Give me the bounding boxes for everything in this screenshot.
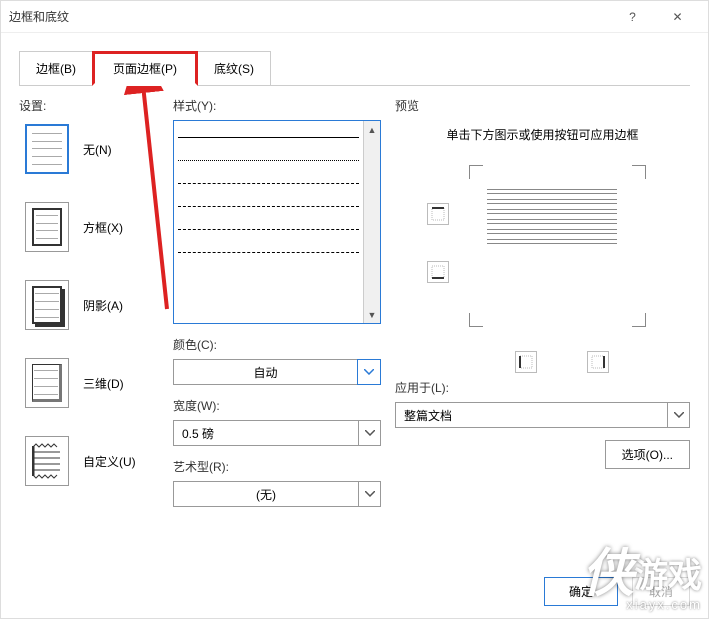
color-label: 颜色(C): bbox=[173, 336, 381, 353]
cancel-button[interactable]: 取消 bbox=[632, 577, 690, 606]
border-top-button[interactable] bbox=[427, 203, 449, 225]
width-label: 宽度(W): bbox=[173, 397, 381, 414]
border-right-button[interactable] bbox=[587, 351, 609, 373]
settings-label: 设置: bbox=[19, 97, 159, 114]
setting-box[interactable]: 方框(X) bbox=[25, 202, 159, 252]
corner-tr bbox=[632, 165, 646, 179]
chevron-down-icon[interactable] bbox=[667, 403, 689, 427]
chevron-down-icon[interactable] bbox=[358, 482, 380, 506]
setting-shadow[interactable]: 阴影(A) bbox=[25, 280, 159, 330]
style-solid[interactable] bbox=[178, 137, 359, 138]
preview-page bbox=[487, 189, 617, 249]
tab-page-border[interactable]: 页面边框(P) bbox=[92, 51, 198, 86]
preview-hint: 单击下方图示或使用按钮可应用边框 bbox=[395, 120, 690, 165]
dialog-title: 边框和底纹 bbox=[9, 8, 610, 25]
apply-to-combo[interactable]: 整篇文档 bbox=[395, 402, 690, 428]
style-dashed-s[interactable] bbox=[178, 183, 359, 184]
border-left-button[interactable] bbox=[515, 351, 537, 373]
color-combo[interactable]: 自动 bbox=[173, 359, 381, 385]
style-label: 样式(Y): bbox=[173, 97, 381, 114]
scroll-down-icon[interactable]: ▼ bbox=[364, 306, 380, 323]
style-dashdot[interactable] bbox=[178, 252, 359, 253]
help-button[interactable]: ? bbox=[610, 2, 655, 32]
options-button[interactable]: 选项(O)... bbox=[605, 440, 690, 469]
apply-to-label: 应用于(L): bbox=[395, 379, 690, 396]
art-combo[interactable]: (无) bbox=[173, 481, 381, 507]
title-bar: 边框和底纹 ? ✕ bbox=[1, 1, 708, 33]
chevron-down-icon[interactable] bbox=[357, 359, 381, 385]
setting-none[interactable]: 无(N) bbox=[25, 124, 159, 174]
tab-shading[interactable]: 底纹(S) bbox=[197, 51, 271, 86]
close-button[interactable]: ✕ bbox=[655, 2, 700, 32]
width-combo[interactable]: 0.5 磅 bbox=[173, 420, 381, 446]
style-dotted[interactable] bbox=[178, 160, 359, 161]
corner-tl bbox=[469, 165, 483, 179]
style-dashed-m[interactable] bbox=[178, 206, 359, 207]
border-bottom-button[interactable] bbox=[427, 261, 449, 283]
setting-custom[interactable]: 自定义(U) bbox=[25, 436, 159, 486]
style-dashed-l[interactable] bbox=[178, 229, 359, 230]
scrollbar[interactable]: ▲ ▼ bbox=[363, 121, 380, 323]
corner-br bbox=[632, 313, 646, 327]
scroll-up-icon[interactable]: ▲ bbox=[364, 121, 380, 138]
art-label: 艺术型(R): bbox=[173, 458, 381, 475]
ok-button[interactable]: 确定 bbox=[544, 577, 618, 606]
preview-area[interactable] bbox=[395, 165, 690, 365]
corner-bl bbox=[469, 313, 483, 327]
setting-3d[interactable]: 三维(D) bbox=[25, 358, 159, 408]
tabs: 边框(B) 页面边框(P) 底纹(S) bbox=[1, 33, 708, 86]
style-listbox[interactable]: ▲ ▼ bbox=[173, 120, 381, 324]
chevron-down-icon[interactable] bbox=[358, 421, 380, 445]
preview-label: 预览 bbox=[395, 97, 690, 114]
tab-border[interactable]: 边框(B) bbox=[19, 51, 93, 86]
